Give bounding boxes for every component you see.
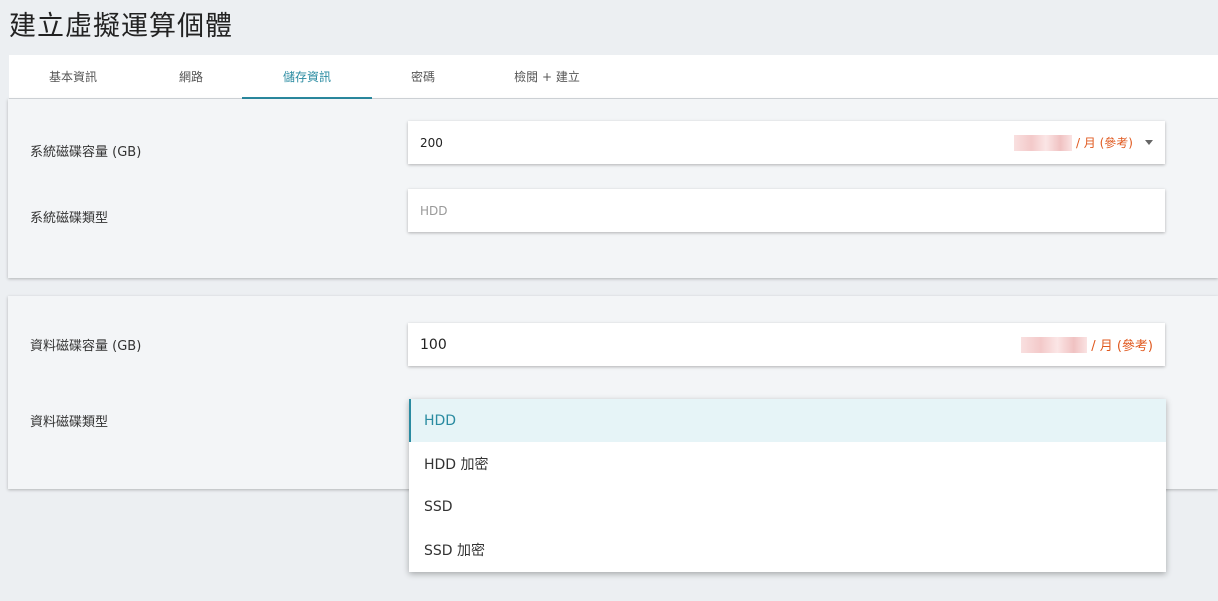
tab-storage[interactable]: 儲存資訊 <box>242 55 372 99</box>
tab-basic-info[interactable]: 基本資訊 <box>21 55 125 99</box>
system-disk-card: 系統磁碟容量 (GB) 200 / 月 (參考) 系統磁碟類型 HDD <box>8 99 1218 278</box>
system-disk-capacity-select[interactable]: 200 / 月 (參考) <box>408 121 1165 164</box>
system-disk-type-placeholder: HDD <box>420 203 448 218</box>
blurred-price-amount <box>1021 336 1088 353</box>
tab-bar: 基本資訊 網路 儲存資訊 密碼 檢閱 + 建立 <box>9 55 1218 99</box>
tab-review-create[interactable]: 檢閱 + 建立 <box>495 55 599 99</box>
system-disk-type-label: 系統磁碟類型 <box>30 211 109 226</box>
data-disk-capacity-input[interactable]: 100 / 月 (參考) <box>408 323 1165 366</box>
system-disk-price: / 月 (參考) <box>1013 134 1133 151</box>
chevron-down-icon[interactable] <box>1145 140 1153 145</box>
data-disk-price: / 月 (參考) <box>1021 335 1153 354</box>
tab-network[interactable]: 網路 <box>139 55 243 99</box>
system-disk-type-field[interactable]: HDD <box>408 189 1165 232</box>
system-disk-price-suffix: / 月 (參考) <box>1075 136 1133 150</box>
dropdown-option-ssd[interactable]: SSD <box>409 485 1166 528</box>
data-disk-type-dropdown[interactable]: HDD HDD 加密 SSD SSD 加密 <box>409 399 1166 572</box>
system-disk-capacity-label: 系統磁碟容量 (GB) <box>30 145 142 160</box>
tab-password[interactable]: 密碼 <box>381 55 465 99</box>
dropdown-option-hdd[interactable]: HDD <box>409 399 1166 442</box>
blurred-price-amount <box>1013 134 1072 151</box>
data-disk-type-label: 資料磁碟類型 <box>30 415 109 430</box>
data-disk-capacity-value: 100 <box>420 336 447 353</box>
system-disk-capacity-value: 200 <box>420 135 443 150</box>
data-disk-capacity-label: 資料磁碟容量 (GB) <box>30 339 142 354</box>
dropdown-option-ssd-encrypted[interactable]: SSD 加密 <box>409 528 1166 571</box>
dropdown-option-hdd-encrypted[interactable]: HDD 加密 <box>409 442 1166 485</box>
page-title: 建立虛擬運算個體 <box>9 11 233 42</box>
data-disk-price-suffix: / 月 (參考) <box>1091 339 1153 354</box>
